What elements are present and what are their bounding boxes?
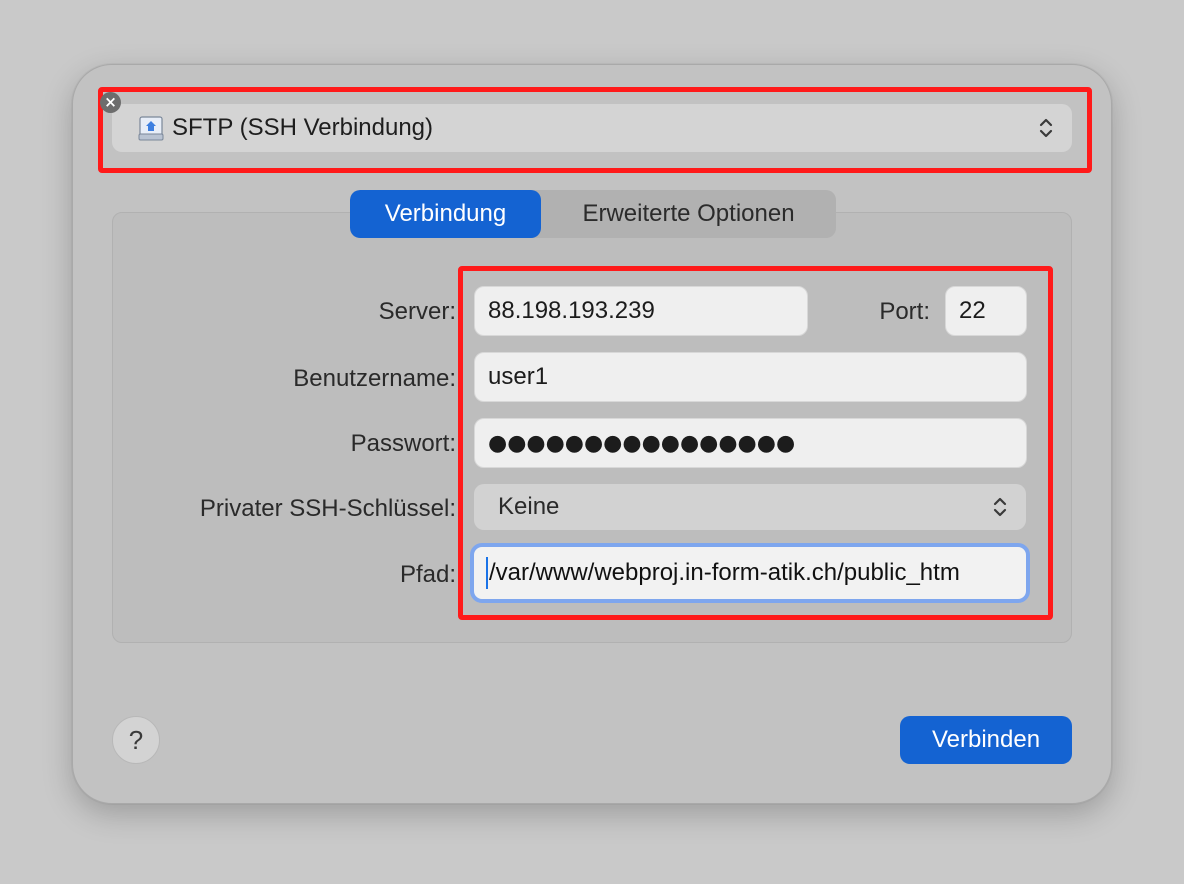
password-label: Passwort:	[350, 430, 456, 457]
username-label: Benutzername:	[293, 365, 456, 392]
ssh-key-value: Keine	[498, 493, 560, 520]
server-input[interactable]: 88.198.193.239	[474, 286, 808, 336]
username-input[interactable]: user1	[474, 352, 1027, 402]
ssh-key-label: Privater SSH-Schlüssel:	[199, 495, 456, 522]
path-value: /var/www/webproj.in-form-atik.ch/public_…	[489, 559, 960, 586]
chevron-updown-icon	[1039, 118, 1053, 138]
tab-erweiterte-optionen[interactable]: Erweiterte Optionen	[541, 190, 836, 238]
path-label: Pfad:	[399, 561, 456, 588]
help-button[interactable]: ?	[112, 716, 160, 764]
port-input[interactable]: 22	[945, 286, 1027, 336]
port-label: Port:	[879, 298, 930, 325]
tab-verbindung[interactable]: Verbindung	[350, 190, 541, 238]
network-drive-icon	[138, 116, 164, 141]
path-input[interactable]: /var/www/webproj.in-form-atik.ch/public_…	[470, 543, 1030, 603]
server-label: Server:	[378, 298, 456, 325]
chevron-updown-icon	[993, 497, 1007, 517]
text-cursor	[486, 557, 488, 589]
protocol-label: SFTP (SSH Verbindung)	[172, 114, 434, 141]
protocol-select[interactable]: SFTP (SSH Verbindung)	[112, 104, 1072, 152]
password-input[interactable]: ●●●●●●●●●●●●●●●●	[474, 418, 1027, 468]
tab-bar: Verbindung Erweiterte Optionen	[350, 190, 836, 238]
connect-button[interactable]: Verbinden	[900, 716, 1072, 764]
ssh-key-select[interactable]: Keine	[474, 484, 1026, 530]
close-icon[interactable]: ×	[100, 92, 121, 113]
